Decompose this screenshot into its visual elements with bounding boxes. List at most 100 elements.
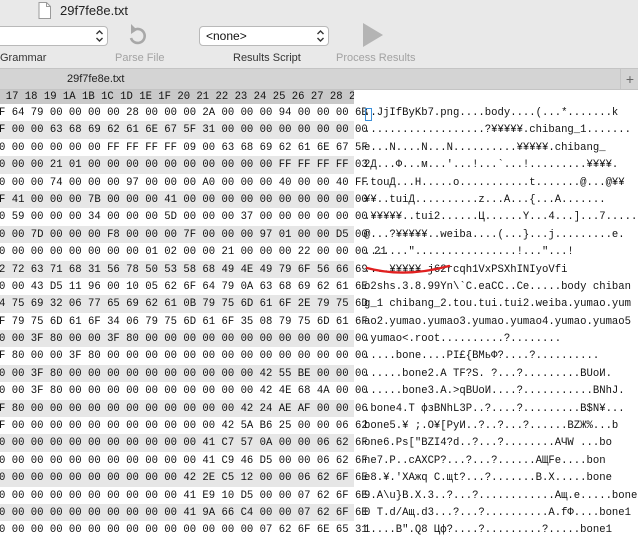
- ascii-row[interactable]: e...N....N...N..........¥¥¥¥¥.chibang_: [360, 139, 638, 156]
- chevron-updown-icon: [317, 30, 324, 42]
- hex-row[interactable]: F 80 00 00 3F 80 00 00 00 00 00 00 00 00…: [0, 347, 368, 364]
- ascii-row[interactable]: 0 T.d/Aщ.d3...?...?..........A.fФ....bon…: [360, 504, 638, 521]
- hex-bytes: 0 00 00 00 00 00 00 00 00 00 00 00 00 00…: [0, 524, 368, 537]
- red-annotation-underline: [365, 264, 451, 274]
- ascii-row[interactable]: ......bone3.A.>qBUoИ....?...........BNhJ…: [360, 382, 638, 399]
- ascii-row[interactable]: .bone4.T фзBNhL3P..?....?.........B$N¥..…: [360, 400, 638, 417]
- hex-bytes: F 80 00 00 3F 80 00 00 00 00 00 00 00 00…: [0, 350, 368, 363]
- ascii-row[interactable]: e8.¥.'XAжq C.щt?...?.......B.X.....bone: [360, 469, 638, 486]
- hex-row[interactable]: 4 75 69 32 06 77 65 69 62 61 0B 79 75 6D…: [0, 295, 368, 313]
- document-icon: [38, 2, 51, 19]
- ascii-text: ......."................!..."...!: [364, 246, 574, 259]
- window-title: 29f7fe8e.txt: [60, 3, 128, 18]
- ascii-text: ¥¥..tuiД..........z...A...{...A.......: [364, 193, 606, 206]
- ascii-text: .yumao<.root..........?........: [364, 333, 562, 346]
- process-results-button[interactable]: Process Results: [336, 52, 415, 64]
- hex-bytes: F 64 79 00 00 00 00 28 00 00 00 2A 00 00…: [0, 107, 368, 119]
- hex-row[interactable]: 0 00 43 D5 11 96 00 10 05 62 6F 64 79 0A…: [0, 278, 368, 295]
- ascii-row[interactable]: ...................?¥¥¥¥¥.chibang_1.....…: [360, 121, 638, 138]
- ascii-row[interactable]: ¥¥..tuiД..........z...A...{...A.......: [360, 191, 638, 208]
- reload-icon[interactable]: [122, 22, 152, 50]
- hex-bytes: 0 00 43 D5 11 96 00 10 05 62 6F 64 79 0A…: [0, 280, 368, 293]
- hex-row[interactable]: 0 00 3F 80 00 00 3F 80 00 00 00 00 00 00…: [0, 330, 368, 348]
- ascii-row[interactable]: .touД...H.....o...........t.......@...@¥…: [360, 174, 638, 191]
- grammar-select[interactable]: [0, 26, 108, 46]
- hex-row[interactable]: 0 59 00 00 00 34 00 00 00 5D 00 00 00 37…: [0, 208, 368, 225]
- ascii-row[interactable]: ......bone2.A TF?S. ?...?.........BUoИ.: [360, 365, 638, 382]
- results-script-value: <none>: [206, 29, 247, 43]
- ascii-text: 1....B".Q8 Цф?....?.........?.....bone1: [364, 524, 612, 537]
- grammar-label: Grammar: [0, 52, 47, 64]
- hex-row[interactable]: 0 00 00 00 00 00 00 00 00 00 41 E9 10 D5…: [0, 487, 368, 504]
- ascii-row[interactable]: ao2.yumao.yumao3.yumao.yumao4.yumao.yuma…: [360, 313, 638, 330]
- ascii-row[interactable]: one6.Ps["BZI4?d..?...?........AЧW ...bo: [360, 434, 638, 451]
- selection-cursor: [365, 108, 372, 121]
- hex-bytes: 0 00 3F 80 00 00 3F 80 00 00 00 00 00 00…: [0, 333, 368, 346]
- ascii-text: one6.Ps["BZI4?d..?...?........AЧW ...bo: [364, 437, 612, 450]
- hex-row[interactable]: 0 00 00 21 01 00 00 00 00 00 00 00 00 00…: [0, 156, 368, 174]
- hex-pane[interactable]: F 64 79 00 00 00 00 28 00 00 00 2A 00 00…: [0, 104, 387, 539]
- hex-bytes: F 00 00 00 00 00 00 00 00 00 00 00 42 5A…: [0, 420, 368, 433]
- results-script-label: Results Script: [233, 52, 301, 64]
- ascii-row[interactable]: @...?¥¥¥¥¥..weiba....(...}...j.........e…: [360, 226, 638, 243]
- hex-bytes: 0 00 00 00 00 00 00 00 00 00 00 41 C9 46…: [0, 454, 368, 467]
- hex-bytes: F 79 75 6D 61 6F 34 06 79 75 6D 61 6F 35…: [0, 315, 368, 328]
- ascii-text: g_1 chibang_2.tou.tui.tui2.weiba.yumao.y…: [364, 298, 632, 311]
- ascii-row[interactable]: ..JjIfByKb7.png....body....(...*.......k: [360, 104, 638, 121]
- hex-row[interactable]: F 64 79 00 00 00 00 28 00 00 00 2A 00 00…: [0, 104, 368, 121]
- ascii-row[interactable]: 9.A\u}B.X.3..?...?............Aщ.e.....b…: [360, 487, 638, 504]
- ascii-pane[interactable]: ..JjIfByKb7.png....body....(...*.......k…: [360, 104, 638, 539]
- ascii-text: ne7.P..cAXCP?...?...?......AЩFe....bon: [364, 454, 606, 467]
- hex-bytes: 0 00 00 00 00 00 00 00 01 02 00 00 21 00…: [0, 246, 387, 259]
- add-tab-button[interactable]: +: [620, 69, 638, 90]
- hex-row[interactable]: 0 00 00 74 00 00 00 97 00 00 00 A0 00 00…: [0, 174, 368, 191]
- hex-row[interactable]: 0 00 3F 80 00 00 00 00 00 00 00 00 00 00…: [0, 382, 368, 399]
- hex-bytes: 0 00 00 00 00 00 00 00 00 00 00 41 C7 57…: [0, 437, 368, 450]
- hex-row[interactable]: F 00 00 63 68 69 62 61 6E 67 5F 31 00 00…: [0, 121, 368, 139]
- parse-file-button[interactable]: Parse File: [115, 52, 165, 64]
- hex-bytes: 0 00 00 00 00 00 00 00 00 00 41 9A 66 C4…: [0, 506, 368, 519]
- hex-row[interactable]: F 80 00 00 00 00 00 00 00 00 00 00 00 42…: [0, 399, 368, 418]
- hex-row[interactable]: 0 00 3F 80 00 00 00 00 00 00 00 00 00 00…: [0, 364, 368, 383]
- hex-bytes: 0 00 00 21 01 00 00 00 00 00 00 00 00 00…: [0, 159, 368, 172]
- ascii-row[interactable]: ne7.P..cAXCP?...?...?......AЩFe....bon: [360, 452, 638, 469]
- hex-row[interactable]: F 00 00 00 00 00 00 00 00 00 00 00 42 5A…: [0, 417, 368, 434]
- hex-header-offsets: 6 17 18 19 1A 1B 1C 1D 1E 1F 20 21 22 23…: [0, 91, 362, 103]
- hex-row[interactable]: 0 00 00 00 00 00 00 00 00 00 41 9A 66 C4…: [0, 503, 368, 522]
- ascii-row[interactable]: .¥¥¥¥¥..tui2......Ц......Y...4...]...7..…: [360, 208, 638, 225]
- tab-bar: 29f7fe8e.txt +: [0, 68, 638, 90]
- ascii-text: .....bone....PI£{BMьФ?....?..........: [364, 350, 600, 363]
- hex-bytes: 0 00 00 74 00 00 00 97 00 00 00 A0 00 00…: [0, 176, 368, 189]
- tab-file[interactable]: 29f7fe8e.txt: [67, 73, 125, 85]
- ascii-row[interactable]: .....bone....PI£{BMьФ?....?..........: [360, 347, 638, 364]
- ascii-row[interactable]: g_1 chibang_2.tou.tui.tui2.weiba.yumao.y…: [360, 295, 638, 312]
- ascii-column-header: [360, 90, 638, 104]
- hex-row[interactable]: 2 72 63 71 68 31 56 78 50 53 58 68 49 4E…: [0, 260, 368, 278]
- hex-bytes: 0 59 00 00 00 34 00 00 00 5D 00 00 00 37…: [0, 211, 368, 224]
- hex-row[interactable]: 0 00 00 00 00 00 00 00 00 00 00 41 C9 46…: [0, 452, 368, 469]
- results-script-select[interactable]: <none>: [199, 26, 329, 46]
- hex-bytes: 4 75 69 32 06 77 65 69 62 61 0B 79 75 6D…: [0, 298, 368, 311]
- ascii-row[interactable]: .yumao<.root..........?........: [360, 330, 638, 347]
- hex-bytes: F 00 00 63 68 69 62 61 6E 67 5F 31 00 00…: [0, 124, 368, 137]
- ascii-text: ......bone2.A TF?S. ?...?.........BUoИ.: [364, 367, 612, 380]
- hex-row[interactable]: 0 00 00 00 00 00 00 00 00 00 00 00 00 00…: [0, 521, 368, 538]
- ascii-row[interactable]: o2shs.3.8.99Yn\`C.eaCC..Ce.....body chib…: [360, 278, 638, 295]
- hex-row[interactable]: 0 00 00 00 00 00 00 00 01 02 00 00 21 00…: [0, 243, 387, 260]
- hex-row[interactable]: 0 00 00 00 00 00 00 00 00 00 00 41 C7 57…: [0, 434, 368, 452]
- hex-row[interactable]: F 79 75 6D 61 6F 34 06 79 75 6D 61 6F 35…: [0, 313, 368, 330]
- ascii-row[interactable]: 2Д...Ф...м...'...!...`...!.........¥¥¥¥.: [360, 156, 638, 173]
- toolbar: Grammar Parse File <none> Results Script…: [0, 22, 638, 68]
- title-bar: 29f7fe8e.txt: [0, 0, 638, 22]
- hex-row[interactable]: 0 00 7D 00 00 00 F8 00 00 00 7F 00 00 00…: [0, 225, 368, 244]
- hex-bytes: F 80 00 00 00 00 00 00 00 00 00 00 00 42…: [0, 402, 368, 415]
- ascii-row[interactable]: 1....B".Q8 Цф?....?.........?.....bone1: [360, 521, 638, 538]
- ascii-row[interactable]: bone5.¥ ;.O¥[PуИ..?..?...?......BZЖ%...b: [360, 417, 638, 434]
- ascii-text: .touД...H.....o...........t.......@...@¥…: [364, 176, 625, 189]
- play-icon[interactable]: [362, 22, 384, 48]
- hex-row[interactable]: 0 00 00 00 00 00 FF FF FF FF 09 00 63 68…: [0, 139, 368, 156]
- hex-row[interactable]: F 41 00 00 00 7B 00 00 00 41 00 00 00 00…: [0, 190, 368, 209]
- ascii-row[interactable]: ......."................!..."...!: [360, 243, 638, 260]
- ascii-text: ao2.yumao.yumao3.yumao.yumao4.yumao.yuma…: [364, 315, 632, 328]
- hex-row[interactable]: 0 00 00 00 00 00 00 00 00 00 42 2E C5 12…: [0, 469, 368, 487]
